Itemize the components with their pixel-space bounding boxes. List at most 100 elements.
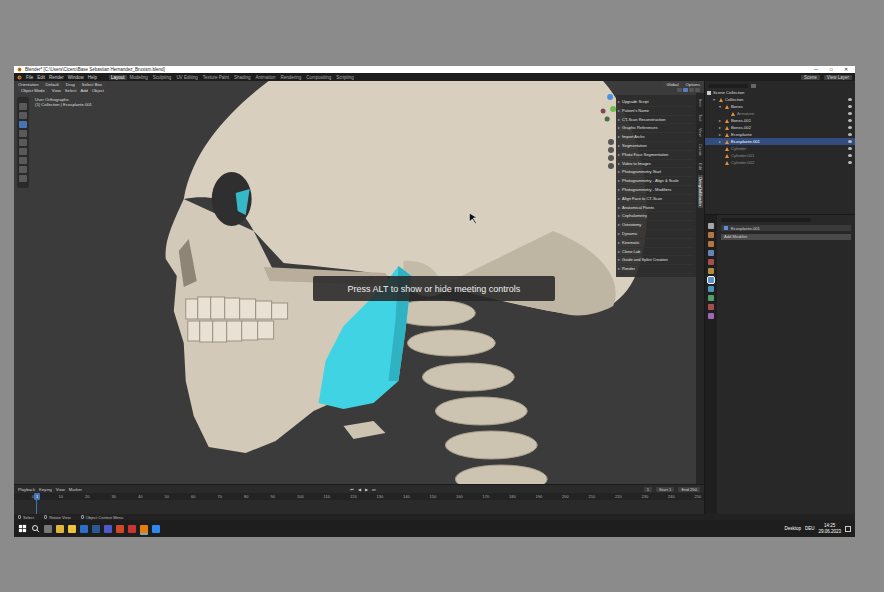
object-name-field[interactable]: Ecosplante.001 [721, 225, 851, 231]
tool-icon[interactable] [19, 157, 27, 164]
outliner-row[interactable]: ▾Collection [705, 96, 855, 103]
timeline-menu[interactable]: View [56, 487, 65, 492]
timeline-menu[interactable]: Keying [39, 487, 52, 492]
properties-tab-icon[interactable] [708, 250, 714, 256]
zoom-icon[interactable] [608, 139, 614, 145]
menu-item[interactable]: Render [49, 75, 64, 80]
menu-item[interactable]: Window [68, 75, 84, 80]
properties-tab-icon[interactable] [708, 268, 714, 274]
eye-icon[interactable] [848, 126, 852, 129]
rendered-icon[interactable] [695, 88, 700, 92]
transform-dropdown[interactable]: Global [663, 82, 681, 87]
sidebar-tab[interactable]: View [698, 126, 703, 139]
scene-selector[interactable]: Scene [801, 75, 820, 80]
tool-icon[interactable] [19, 139, 27, 146]
chrome-icon[interactable] [56, 525, 64, 533]
pan-hand-icon[interactable] [608, 147, 614, 153]
eye-icon[interactable] [848, 133, 852, 136]
eye-icon[interactable] [848, 112, 852, 115]
properties-tab-icon[interactable] [708, 295, 714, 301]
workspace-tab[interactable]: Texture Paint [201, 75, 231, 80]
word-icon[interactable] [92, 525, 100, 533]
panel-item[interactable]: ▸Align Face to CT-Scan [618, 195, 694, 204]
panel-item[interactable]: ▸Import Archs [618, 133, 694, 142]
properties-tab-icon[interactable] [708, 286, 714, 292]
orientation-dropdown[interactable]: Default [42, 82, 61, 87]
tool-icon[interactable] [19, 166, 27, 173]
drag-dropdown[interactable]: Select Box [79, 82, 105, 87]
viewport-menu[interactable]: View [52, 88, 61, 93]
window-control-button[interactable]: □ [825, 67, 837, 72]
viewport-menu[interactable]: Select [65, 88, 77, 93]
timeline-menu[interactable]: Playback [18, 487, 35, 492]
eye-icon[interactable] [848, 119, 852, 122]
app-icon[interactable] [128, 525, 136, 533]
tool-icon[interactable] [19, 130, 27, 137]
frame-ruler[interactable]: 0102030405060708090100110120130140150160… [14, 493, 704, 500]
panel-item[interactable]: ▸Anatomical Points [618, 204, 694, 213]
properties-tab-icon[interactable] [708, 232, 714, 238]
menu-item[interactable]: File [26, 75, 33, 80]
properties-search-field[interactable] [721, 218, 811, 222]
panel-item[interactable]: ▸Osteotomy [618, 221, 694, 230]
properties-tab-icon[interactable] [708, 223, 714, 229]
timeline-menu[interactable]: Marker [69, 487, 82, 492]
properties-tab-icon[interactable] [708, 241, 714, 247]
tool-icon[interactable] [19, 103, 27, 110]
panel-item[interactable]: ▸Render [618, 265, 694, 274]
start-frame-field[interactable]: Start 1 [656, 487, 674, 492]
panel-item[interactable]: ▸Cephalometry [618, 212, 694, 221]
filter-icon[interactable] [751, 84, 756, 88]
search-icon[interactable] [31, 524, 40, 533]
current-frame-marker[interactable]: 1 [34, 493, 40, 500]
panel-item[interactable]: ▸Upgrade Script [618, 98, 694, 107]
playback-button[interactable]: ⏭ [372, 487, 376, 492]
eye-icon[interactable] [848, 161, 852, 164]
eye-icon[interactable] [848, 105, 852, 108]
panel-item[interactable]: ▸Video to Images [618, 160, 694, 169]
playback-button[interactable]: ◀ [358, 487, 361, 492]
blender-icon[interactable] [140, 525, 148, 533]
search-field[interactable] [708, 84, 748, 88]
panel-item[interactable]: ▸Photogrammetry - Align & Scale [618, 177, 694, 186]
panel-item[interactable]: ▸Graphic References [618, 124, 694, 133]
panel-item[interactable]: ▸Photogrammetry Start [618, 168, 694, 177]
mode-dropdown[interactable]: Object Mode [18, 88, 48, 93]
tool-icon[interactable] [19, 175, 27, 182]
properties-tab-icon[interactable] [708, 277, 714, 283]
sidebar-tab[interactable]: Create [698, 142, 703, 158]
panel-item[interactable]: ▸Kinematic [618, 239, 694, 248]
blender-menu-icon[interactable] [17, 75, 22, 80]
outliner-row[interactable]: Scene Collection [705, 89, 855, 96]
notification-icon[interactable] [845, 526, 851, 532]
grid-icon[interactable] [608, 163, 614, 169]
camera-icon[interactable] [608, 155, 614, 161]
workspace-tab[interactable]: Scripting [334, 75, 356, 80]
material-icon[interactable] [689, 88, 694, 92]
sidebar-tab[interactable]: OrtogOnBlender [698, 175, 703, 208]
workspace-tab[interactable]: Modeling [128, 75, 150, 80]
outliner-row[interactable]: Armature [705, 110, 855, 117]
eye-icon[interactable] [848, 147, 852, 150]
task-view-icon[interactable] [44, 525, 52, 533]
clock[interactable]: 14:2529.06.2023 [818, 523, 841, 534]
workspace-tab[interactable]: Compositing [304, 75, 333, 80]
sidebar-tab[interactable]: Tool [698, 112, 703, 123]
properties-tab-icon[interactable] [708, 259, 714, 265]
panel-item[interactable]: ▸Clone Lab [618, 248, 694, 257]
outliner-row[interactable]: ▸Ecosplante.001 [705, 138, 855, 145]
app-icon[interactable] [116, 525, 124, 533]
sidebar-tab[interactable]: Item [698, 97, 703, 109]
outliner-row[interactable]: Cylinder.002 [705, 159, 855, 166]
outlook-icon[interactable] [80, 525, 88, 533]
current-frame-field[interactable]: 1 [644, 487, 652, 492]
properties-tab-icon[interactable] [708, 313, 714, 319]
language-indicator[interactable]: DEU [805, 526, 815, 531]
workspace-tab[interactable]: Layout [109, 75, 127, 80]
sidebar-tab[interactable]: Edit [698, 161, 703, 172]
panel-item[interactable]: ▸Patient's Name [618, 107, 694, 116]
properties-tab-icon[interactable] [708, 304, 714, 310]
panel-item[interactable]: ▸Dynamic [618, 230, 694, 239]
desktop-toolbar[interactable]: Desktop [784, 526, 801, 531]
outliner-row[interactable]: Cylinder.001 [705, 152, 855, 159]
